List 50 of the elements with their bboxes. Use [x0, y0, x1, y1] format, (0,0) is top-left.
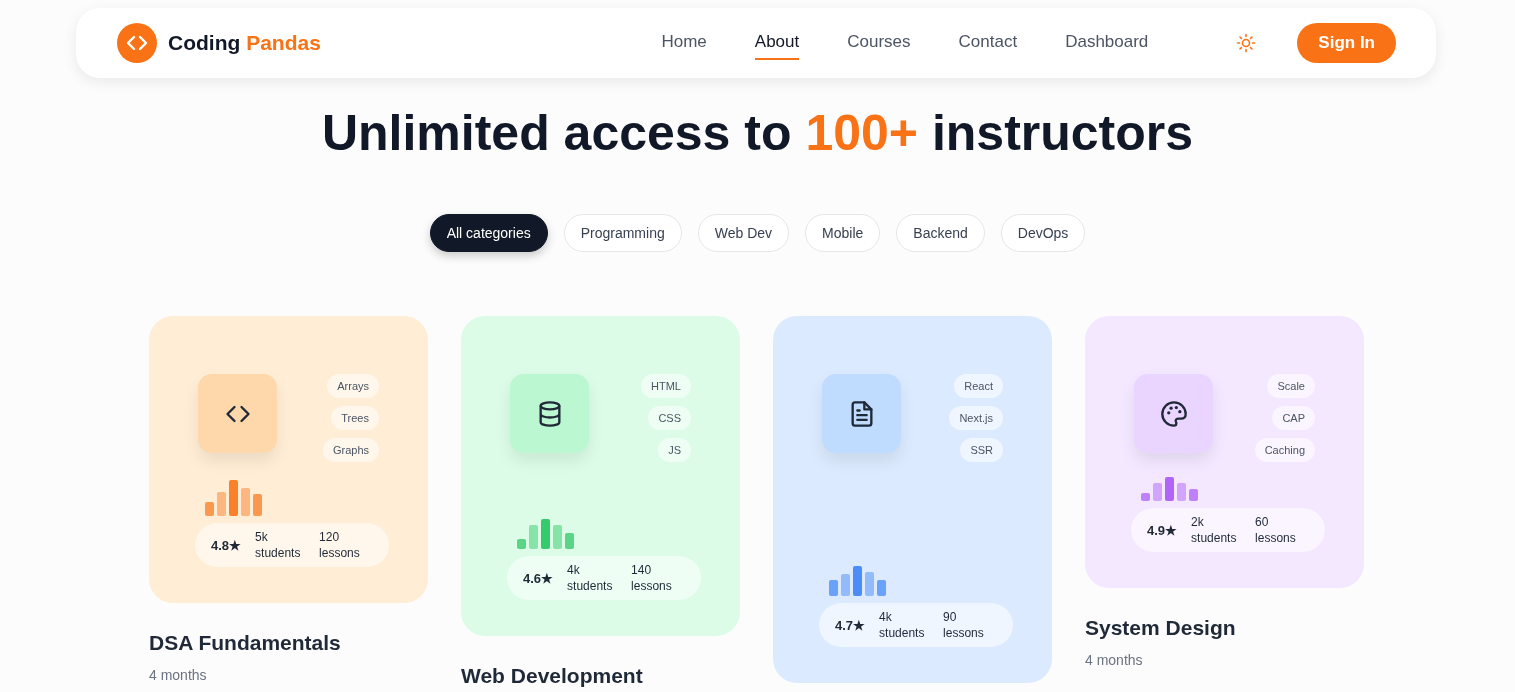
- topic-tag: JS: [658, 438, 691, 462]
- nav-link[interactable]: Courses: [847, 26, 911, 60]
- lessons-stat: 140 lessons: [631, 562, 673, 594]
- topic-tag: Graphs: [322, 438, 379, 462]
- palette-icon: [1159, 399, 1188, 428]
- brand-name[interactable]: Coding Pandas: [168, 31, 321, 55]
- category-chip[interactable]: DevOps: [1000, 214, 1086, 252]
- category-chip[interactable]: All categories: [429, 214, 548, 252]
- topic-tag: Trees: [331, 406, 379, 430]
- students-stat: 4k students: [567, 562, 614, 594]
- nav-link[interactable]: Dashboard: [1065, 26, 1149, 60]
- topic-tag: Next.js: [949, 406, 1003, 430]
- lessons-stat: 120 lessons: [319, 529, 361, 561]
- topic-tag: Arrays: [327, 374, 379, 398]
- topic-tag: SSR: [960, 438, 1003, 462]
- course-title[interactable]: DSA Fundamentals: [149, 631, 428, 655]
- lessons-stat: 60 lessons: [1255, 514, 1297, 546]
- lessons-stat: 90 lessons: [943, 609, 985, 641]
- category-chip[interactable]: Programming: [563, 214, 682, 252]
- rating-text: 4.7★: [835, 617, 866, 633]
- course-card[interactable]: HTML CSS JS 4.6★ 4k students 140 lessons: [461, 316, 740, 636]
- course-title[interactable]: Web Development: [461, 664, 740, 688]
- topic-tag: HTML: [641, 374, 691, 398]
- rating-text: 4.9★: [1147, 522, 1178, 538]
- category-chip[interactable]: Mobile: [805, 214, 881, 252]
- sun-icon[interactable]: [1236, 33, 1257, 53]
- page-heading: Unlimited access to 100+ instructors: [320, 104, 1195, 162]
- rating-text: 4.8★: [211, 537, 242, 553]
- course-duration: 4 months: [1085, 652, 1144, 668]
- bar-sparkline-drawing: [205, 480, 265, 516]
- course-card[interactable]: React Next.js SSR 4.7★ 4k students 90 lessons: [773, 316, 1052, 683]
- course-duration: 4 months: [149, 667, 208, 683]
- topic-tag: React: [954, 374, 1003, 398]
- code-brackets-logo-icon[interactable]: [117, 23, 157, 63]
- nav-link[interactable]: Contact: [958, 26, 1018, 60]
- nav-link[interactable]: About: [754, 26, 800, 60]
- course-card[interactable]: Arrays Trees Graphs 4.8★ 5k students 120 lessons: [149, 316, 428, 603]
- topic-tag: Caching: [1254, 438, 1315, 462]
- course-card[interactable]: Scale CAP Caching 4.9★ 2k students 60 lessons: [1085, 316, 1364, 588]
- students-stat: 2k students: [1191, 514, 1238, 546]
- topic-tag: Scale: [1267, 374, 1315, 398]
- category-chip[interactable]: Backend: [896, 214, 985, 252]
- topic-tag: CAP: [1272, 406, 1315, 430]
- students-stat: 5k students: [255, 529, 302, 561]
- topic-tag: CSS: [648, 406, 691, 430]
- category-chip[interactable]: Web Dev: [697, 214, 790, 252]
- rating-text: 4.6★: [523, 570, 554, 586]
- course-title[interactable]: System Design: [1085, 616, 1364, 640]
- nav-link[interactable]: Home: [661, 26, 707, 60]
- students-stat: 4k students: [879, 609, 926, 641]
